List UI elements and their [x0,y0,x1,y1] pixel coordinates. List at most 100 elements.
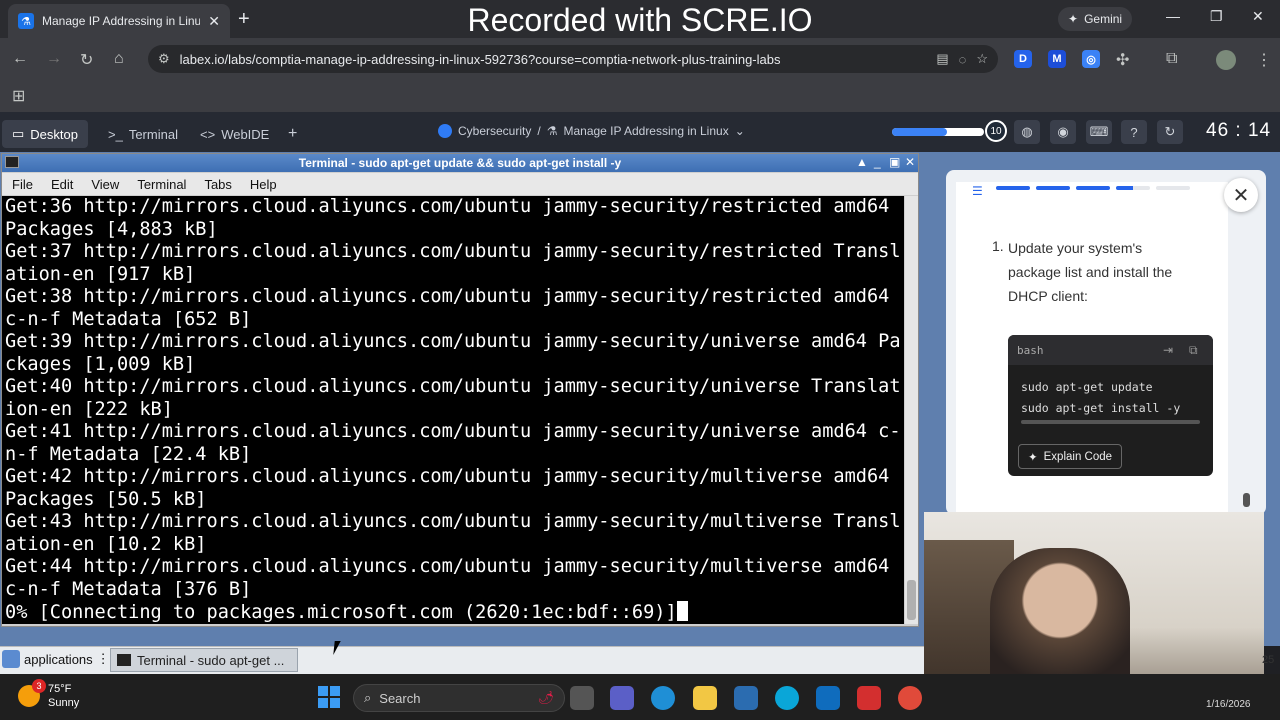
task-view-icon[interactable] [570,686,594,710]
close-tab-icon[interactable]: ✕ [208,13,220,30]
refresh-icon[interactable]: ↻ [1157,120,1183,144]
cortana-icon[interactable] [775,686,799,710]
file-explorer-icon[interactable] [693,686,717,710]
extension-camera-icon[interactable]: ◎ [1082,50,1100,68]
clock-date: 1/16/2026 [1206,699,1251,710]
profile-avatar[interactable] [1216,50,1236,70]
weather-temp: 75°F [48,683,72,695]
terminal-output[interactable]: Get:36 http://mirrors.cloud.aliyuncs.com… [2,196,904,624]
extension-m-icon[interactable]: M [1048,50,1066,68]
close-guide-button[interactable]: ✕ [1224,178,1258,212]
tab-terminal[interactable]: >_ Terminal [98,120,188,148]
applications-menu[interactable]: applications ⋮ [2,650,110,668]
explain-code-label: Explain Code [1043,450,1113,463]
maximize-icon[interactable]: ▣ [889,155,900,169]
tab-desktop-label: Desktop [30,126,78,142]
gemini-button[interactable]: ✦ Gemini [1058,7,1133,31]
menu-terminal[interactable]: Terminal [137,177,186,192]
breadcrumb: Cybersecurity / ⚗ Manage IP Addressing i… [438,124,745,138]
keyboard-icon[interactable]: ⌨ [1086,120,1112,144]
weather-widget[interactable]: 3 75°F Sunny [18,679,79,710]
home-icon[interactable]: ⌂ [114,50,124,68]
bookmarks-bar [0,80,1280,112]
close-icon[interactable]: ✕ [905,155,915,169]
code-scrollbar[interactable] [1021,420,1200,424]
copy-icon[interactable]: ⧉ [1189,343,1198,358]
tab-search-icon[interactable]: ⧉ [1166,50,1177,68]
tab-webide-label: WebIDE [221,126,270,142]
breadcrumb-separator: / [537,124,541,138]
menu-edit[interactable]: Edit [51,177,73,192]
teams-icon[interactable] [610,686,634,710]
address-bar[interactable]: ⚙ labex.io/labs/comptia-manage-ip-addres… [148,45,998,73]
clipboard-icon[interactable]: ▤ [936,51,948,67]
browser-tab[interactable]: ⚗ Manage IP Addressing in Linux ✕ [8,4,230,38]
menu-view[interactable]: View [91,177,119,192]
windows-search[interactable]: ⌕ Search 🌶 [353,684,565,712]
terminal-text: Get:36 http://mirrors.cloud.aliyuncs.com… [5,196,904,624]
terminal-line: Get:36 http://mirrors.cloud.aliyuncs.com… [5,196,890,217]
taskbar-terminal-label: Terminal - sudo apt-get ... [137,652,285,668]
tab-desktop[interactable]: ▭ Desktop [2,120,88,148]
more-menu-icon[interactable]: ⋮ [1256,50,1272,70]
list-menu-icon[interactable]: ☰ [972,184,983,198]
apps-grid-icon[interactable]: ⊞ [12,86,25,106]
taskbar-terminal-button[interactable]: Terminal - sudo apt-get ... [110,648,298,672]
lab-timer: 46 : 14 [1206,120,1272,141]
chevron-down-icon[interactable]: ⌄ [735,124,745,138]
discord-icon[interactable]: ◉ [1050,120,1076,144]
guide-scrollbar[interactable] [1243,493,1250,507]
globe-icon[interactable]: ◍ [1014,120,1040,144]
code-line: sudo apt-get install -y [1021,401,1181,415]
menu-file[interactable]: File [12,177,33,192]
star-icon[interactable]: ☆ [976,51,988,67]
add-tab-button[interactable]: + [278,120,307,148]
terminal-line: 0% [Connecting to packages.microsoft.com… [5,601,904,624]
step-progress [996,186,1190,190]
edge-icon[interactable] [651,686,675,710]
terminal-line: Get:44 http://mirrors.cloud.aliyuncs.com… [5,556,890,577]
minimize-icon[interactable]: — [1166,8,1180,24]
puzzle-icon[interactable]: ✣ [1116,50,1129,70]
weather-badge: 3 [32,679,46,693]
chrome-icon[interactable] [898,686,922,710]
chili-icon: 🌶 [537,690,554,705]
step-number: 1. [992,238,1004,254]
new-tab-button[interactable]: + [238,8,250,31]
mouse-pointer-icon [333,641,347,655]
site-info-icon[interactable]: ⚙ [158,51,170,67]
extension-d-icon[interactable]: D [1014,50,1032,68]
app-l-icon[interactable] [857,686,881,710]
minimize-icon[interactable]: _ [874,155,881,169]
eye-off-icon[interactable]: ◌ [959,52,967,67]
search-icon: ⌕ [364,690,372,705]
terminal-line: Get:42 http://mirrors.cloud.aliyuncs.com… [5,466,890,487]
menu-help[interactable]: Help [250,177,277,192]
wrap-icon[interactable]: ⇥ [1163,343,1173,357]
outlook-icon[interactable] [816,686,840,710]
shade-icon[interactable]: ▲ [856,155,868,169]
store-icon[interactable] [734,686,758,710]
terminal-line: Packages [4,883 kB] [5,218,218,240]
terminal-title: Terminal - sudo apt-get update && sudo a… [2,154,918,172]
breadcrumb-root[interactable]: Cybersecurity [458,124,531,138]
terminal-line: Get:38 http://mirrors.cloud.aliyuncs.com… [5,286,890,307]
sun-icon: 3 [18,679,46,707]
close-window-icon[interactable]: ✕ [1252,8,1264,25]
tab-terminal-label: Terminal [128,126,178,142]
terminal-scrollbar[interactable] [905,196,918,624]
reload-icon[interactable]: ↻ [80,50,93,70]
tab-webide[interactable]: <> WebIDE [190,120,279,148]
back-icon[interactable]: ← [12,50,28,68]
explain-code-button[interactable]: ✦ Explain Code [1018,444,1123,469]
restore-icon[interactable]: ❐ [1210,8,1223,25]
url-text: labex.io/labs/comptia-manage-ip-addressi… [179,51,781,67]
help-icon[interactable]: ? [1121,120,1147,144]
progress-segment [996,186,1030,190]
windows-start-icon[interactable] [318,686,340,708]
menu-tabs[interactable]: Tabs [204,177,231,192]
terminal-scroll-thumb[interactable] [907,580,916,620]
breadcrumb-page[interactable]: Manage IP Addressing in Linux [563,124,728,138]
forward-icon[interactable]: → [46,50,62,68]
windows-taskbar [0,674,1280,720]
